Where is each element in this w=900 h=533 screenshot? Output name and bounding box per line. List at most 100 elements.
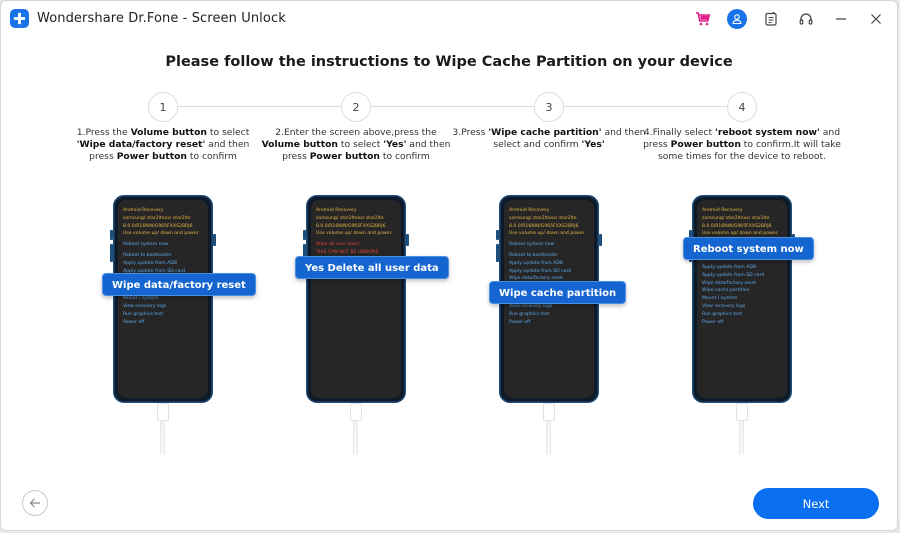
recovery-header-line: Android Recovery xyxy=(702,208,743,213)
step-number-1: 1 xyxy=(148,92,178,122)
recovery-screen: Android Recovery samsung/ star2ltexx/ sta… xyxy=(311,200,401,398)
recovery-menu-item: Reboot system now xyxy=(123,242,169,248)
step-number-2: 2 xyxy=(341,92,371,122)
next-button[interactable]: Next xyxy=(753,488,879,519)
recovery-header-line: samsung/ star2ltexx/ star2lte xyxy=(702,215,770,221)
recovery-menu-item: Power off xyxy=(702,319,724,325)
support-headset-icon[interactable] xyxy=(795,8,817,30)
step-emphasis: 'Yes' xyxy=(383,139,407,150)
step-emphasis: 'Yes' xyxy=(581,139,605,150)
recovery-menu-item: View recovery logs xyxy=(123,303,167,309)
recovery-header-line: 8.0.0/R16NW/G965FXXS2BRJ6 xyxy=(702,223,772,229)
step-emphasis: 'Wipe cache partition' xyxy=(488,127,602,138)
phone-side-button xyxy=(213,234,216,246)
recovery-header-line: Android Recovery xyxy=(509,208,550,213)
step-connector xyxy=(564,106,727,107)
recovery-screen: Android Recovery samsung/ star2ltexx/ sta… xyxy=(118,200,208,398)
step-connector xyxy=(371,106,534,107)
recovery-menu-item: Reboot to bootloader xyxy=(123,252,172,258)
step-text: 2.Enter the screen above,press the xyxy=(275,127,437,138)
recovery-menu-item: Apply update from ADB xyxy=(123,260,178,266)
phone-side-button xyxy=(496,244,499,262)
phone-side-button xyxy=(110,244,113,262)
recovery-header-line: samsung/ star2ltexx/ star2lte xyxy=(123,215,191,221)
step-text: to confirm xyxy=(186,151,237,162)
phone-side-button xyxy=(496,230,499,240)
step-emphasis: Volume button xyxy=(130,127,207,138)
phone-side-button xyxy=(599,234,602,246)
phone-side-button xyxy=(110,230,113,240)
step-text: to confirm xyxy=(379,151,430,162)
recovery-menu-item: Apply update from ADB xyxy=(509,260,564,266)
recovery-screen: Android Recovery samsung/ star2ltexx/ sta… xyxy=(697,200,787,398)
highlighted-option-callout: Wipe data/factory reset xyxy=(102,273,256,296)
recovery-header-line: 8.0.0/R16NW/G965FXXS2BRJ6 xyxy=(316,223,386,229)
app-window: Wondershare Dr.Fone - Screen Unlock Plea… xyxy=(0,0,898,531)
close-icon[interactable] xyxy=(865,8,887,30)
step-number-3: 3 xyxy=(534,92,564,122)
usb-cable xyxy=(160,421,165,455)
recovery-menu-item: Run graphics test xyxy=(509,311,550,317)
arrow-left-icon xyxy=(29,498,40,508)
recovery-header-line: samsung/ star2ltexx/ star2lte xyxy=(509,215,577,221)
highlighted-option-callout: Yes Delete all user data xyxy=(295,256,449,279)
step-emphasis: Power button xyxy=(309,151,380,162)
usb-cable-plug xyxy=(736,403,748,421)
usb-cable-plug xyxy=(157,403,169,421)
phone-illustration: Android Recovery samsung/ star2ltexx/ sta… xyxy=(110,195,216,403)
step-emphasis: Volume button xyxy=(261,139,338,150)
highlighted-option-callout: Wipe cache partition xyxy=(489,281,627,304)
recovery-header-line: Android Recovery xyxy=(123,208,164,213)
step-text: to select xyxy=(206,127,250,138)
step-text: 4.Finally select xyxy=(643,127,715,138)
step-description: 4.Finally select 'reboot system now' and… xyxy=(642,127,842,163)
recovery-menu-item: Run graphics test xyxy=(123,311,164,317)
account-icon[interactable] xyxy=(727,9,747,29)
step-description: 1.Press the Volume button to select 'Wip… xyxy=(63,127,263,163)
recovery-header-line: 8.0.0/R16NW/G965FXXS2BRJ6 xyxy=(509,223,579,229)
recovery-menu-item: Run graphics test xyxy=(702,311,743,317)
step-emphasis: Power button xyxy=(670,139,741,150)
step-emphasis: 'Wipe data/factory reset' xyxy=(76,139,206,150)
recovery-menu-item: Wipe all user data? xyxy=(316,242,361,248)
usb-cable-plug xyxy=(350,403,362,421)
recovery-menu-item: Mount / system xyxy=(702,296,738,302)
step-connector xyxy=(178,106,341,107)
recovery-menu-item: Power off xyxy=(123,319,145,325)
recovery-header-line: Use volume up/ down and power. xyxy=(316,231,393,237)
cart-icon[interactable] xyxy=(692,8,714,30)
recovery-menu-item: Apply update from SD card xyxy=(509,268,572,274)
back-button[interactable] xyxy=(22,490,48,516)
recovery-menu-item: Reboot system now xyxy=(509,242,555,248)
recovery-header-line: 8.0.0/R16NW/G965FXXS2BRJ6 xyxy=(123,223,193,229)
dr-fone-logo-icon xyxy=(10,9,29,28)
usb-cable-plug xyxy=(543,403,555,421)
recovery-menu-item: Apply update from ADB xyxy=(702,264,757,270)
recovery-header-line: Use volume up/ down and power. xyxy=(123,231,200,237)
step-text: to select xyxy=(337,139,384,150)
title-bar: Wondershare Dr.Fone - Screen Unlock xyxy=(1,1,897,37)
step-description: 2.Enter the screen above,press the Volum… xyxy=(256,127,456,163)
step-text: 3.Press xyxy=(452,127,489,138)
phone-side-button xyxy=(303,230,306,240)
recovery-header-line: samsung/ star2ltexx/ star2lte xyxy=(316,215,384,221)
page-title: Please follow the instructions to Wipe C… xyxy=(165,54,733,70)
phone-side-button xyxy=(406,234,409,246)
minimize-icon[interactable] xyxy=(830,8,852,30)
recovery-header-line: Android Recovery xyxy=(316,208,357,213)
feedback-icon[interactable] xyxy=(760,8,782,30)
usb-cable xyxy=(739,421,744,455)
usb-cable xyxy=(353,421,358,455)
phone-illustration: Android Recovery samsung/ star2ltexx/ sta… xyxy=(689,195,795,403)
step-emphasis: 'reboot system now' xyxy=(715,127,820,138)
recovery-menu-item: Apply update from SD card xyxy=(702,272,765,278)
recovery-menu-item: Wipe data/factory reset xyxy=(702,280,757,286)
recovery-menu-item: Wipe cache partition xyxy=(702,288,750,294)
step-text: 1.Press the xyxy=(76,127,131,138)
step-emphasis: Power button xyxy=(116,151,187,162)
recovery-menu-item: View recovery logs xyxy=(702,303,746,309)
recovery-menu-item: Reboot to bootloader xyxy=(509,252,558,258)
recovery-header-line: Use volume up/ down and power. xyxy=(509,231,586,237)
highlighted-option-callout: Reboot system now xyxy=(683,237,814,260)
step-description: 3.Press 'Wipe cache partition' and then … xyxy=(449,127,649,151)
